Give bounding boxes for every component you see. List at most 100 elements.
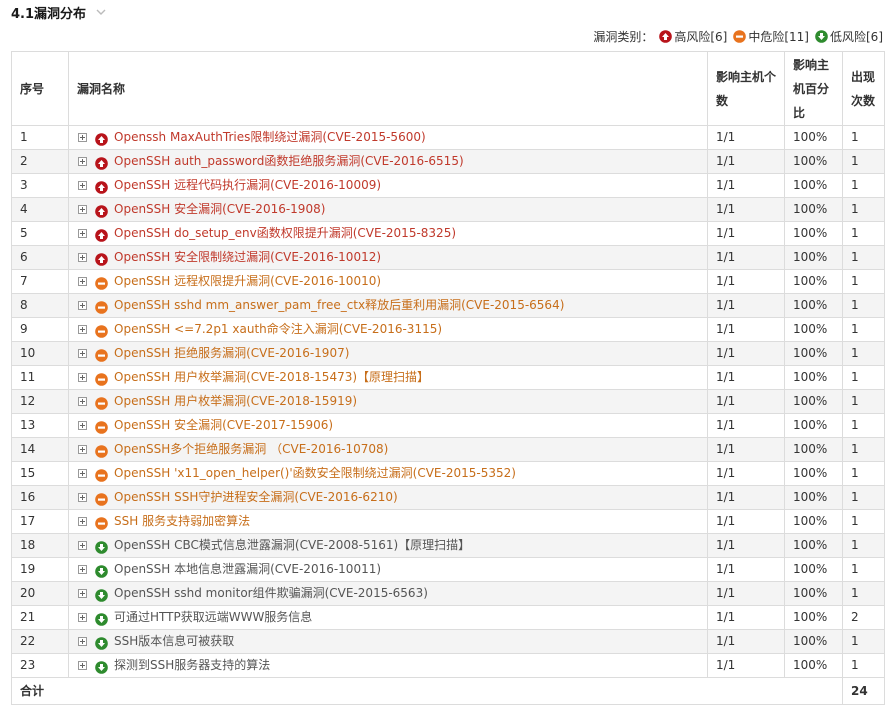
table-row: 16 OpenSSH SSH守护进程安全漏洞(CVE-2016-6210) 1/1 1… — [11, 485, 885, 510]
expand-icon[interactable] — [78, 469, 87, 478]
table-row: 3 OpenSSH 远程代码执行漏洞(CVE-2016-10009) 1/1 100%… — [11, 173, 885, 198]
vulnerability-link[interactable]: 可通过HTTP获取远端WWW服务信息 — [114, 607, 312, 629]
vulnerability-link[interactable]: OpenSSH 'x11_open_helper()'函数安全限制绕过漏洞(CV… — [114, 463, 516, 485]
table-row: 15 OpenSSH 'x11_open_helper()'函数安全限制绕过漏洞(… — [11, 461, 885, 486]
row-index: 12 — [11, 389, 69, 414]
vulnerability-link[interactable]: 探测到SSH服务器支持的算法 — [114, 655, 270, 677]
vulnerability-link[interactable]: OpenSSH 远程权限提升漏洞(CVE-2016-10010) — [114, 271, 381, 293]
vulnerability-link[interactable]: OpenSSH多个拒绝服务漏洞 （CVE-2016-10708) — [114, 439, 388, 461]
severity-legend: 漏洞类别： 高风险[6] 中危险[11] 低风险[6] — [593, 27, 883, 45]
row-percent: 100% — [784, 533, 843, 558]
expand-icon[interactable] — [78, 253, 87, 262]
row-index: 4 — [11, 197, 69, 222]
vulnerability-link[interactable]: OpenSSH sshd mm_answer_pam_free_ctx释放后重利… — [114, 295, 564, 317]
row-name-cell: OpenSSH 安全限制绕过漏洞(CVE-2016-10012) — [68, 245, 708, 270]
chevron-down-icon[interactable] — [95, 6, 107, 18]
vulnerability-link[interactable]: OpenSSH 拒绝服务漏洞(CVE-2016-1907) — [114, 343, 349, 365]
row-name-cell: OpenSSH 拒绝服务漏洞(CVE-2016-1907) — [68, 341, 708, 366]
row-index: 18 — [11, 533, 69, 558]
row-count: 1 — [842, 629, 885, 654]
table-row: 18 OpenSSH CBC模式信息泄露漏洞(CVE-2008-5161)【原理扫… — [11, 533, 885, 558]
mid-risk-icon — [733, 29, 747, 43]
vulnerability-link[interactable]: OpenSSH 用户枚举漏洞(CVE-2018-15919) — [114, 391, 357, 413]
table-row: 17 SSH 服务支持弱加密算法 1/1 100% 1 — [11, 509, 885, 534]
table-row: 10 OpenSSH 拒绝服务漏洞(CVE-2016-1907) 1/1 100% 1 — [11, 341, 885, 366]
legend-high-label: 高风险[6] — [674, 29, 728, 44]
vulnerability-link[interactable]: OpenSSH do_setup_env函数权限提升漏洞(CVE-2015-83… — [114, 223, 456, 245]
row-percent: 100% — [784, 317, 843, 342]
vulnerability-link[interactable]: OpenSSH <=7.2p1 xauth命令注入漏洞(CVE-2016-311… — [114, 319, 442, 341]
vulnerability-link[interactable]: SSH版本信息可被获取 — [114, 631, 234, 653]
expand-icon[interactable] — [78, 613, 87, 622]
row-hosts: 1/1 — [707, 365, 785, 390]
vulnerability-link[interactable]: OpenSSH 远程代码执行漏洞(CVE-2016-10009) — [114, 175, 381, 197]
expand-icon[interactable] — [78, 445, 87, 454]
high-risk-icon — [95, 155, 108, 170]
expand-icon[interactable] — [78, 565, 87, 574]
expand-icon[interactable] — [78, 373, 87, 382]
low-risk-icon — [95, 587, 108, 602]
row-percent: 100% — [784, 245, 843, 270]
mid-risk-icon — [95, 491, 108, 506]
row-hosts: 1/1 — [707, 605, 785, 630]
low-risk-icon — [815, 29, 828, 43]
expand-icon[interactable] — [78, 541, 87, 550]
vulnerability-link[interactable]: OpenSSH 安全限制绕过漏洞(CVE-2016-10012) — [114, 247, 381, 269]
expand-icon[interactable] — [78, 493, 87, 502]
expand-icon[interactable] — [78, 205, 87, 214]
expand-icon[interactable] — [78, 157, 87, 166]
high-risk-icon — [659, 29, 673, 43]
expand-icon[interactable] — [78, 229, 87, 238]
row-percent: 100% — [784, 605, 843, 630]
mid-risk-icon — [95, 467, 108, 482]
row-percent: 100% — [784, 557, 843, 582]
row-percent: 100% — [784, 293, 843, 318]
expand-icon[interactable] — [78, 181, 87, 190]
vulnerability-link[interactable]: OpenSSH auth_password函数拒绝服务漏洞(CVE-2016-6… — [114, 151, 464, 173]
expand-icon[interactable] — [78, 397, 87, 406]
row-name-cell: OpenSSH sshd mm_answer_pam_free_ctx释放后重利… — [68, 293, 708, 318]
expand-icon[interactable] — [78, 349, 87, 358]
vulnerability-link[interactable]: Openssh MaxAuthTries限制绕过漏洞(CVE-2015-5600… — [114, 127, 426, 149]
row-index: 11 — [11, 365, 69, 390]
row-hosts: 1/1 — [707, 413, 785, 438]
row-name-cell: OpenSSH 本地信息泄露漏洞(CVE-2016-10011) — [68, 557, 708, 582]
expand-icon[interactable] — [78, 517, 87, 526]
row-hosts: 1/1 — [707, 581, 785, 606]
mid-risk-icon — [95, 443, 108, 458]
expand-icon[interactable] — [78, 661, 87, 670]
row-name-cell: OpenSSH <=7.2p1 xauth命令注入漏洞(CVE-2016-311… — [68, 317, 708, 342]
table-body: 1 Openssh MaxAuthTries限制绕过漏洞(CVE-2015-560… — [11, 125, 885, 678]
row-index: 15 — [11, 461, 69, 486]
expand-icon[interactable] — [78, 325, 87, 334]
row-index: 6 — [11, 245, 69, 270]
vulnerability-link[interactable]: OpenSSH sshd monitor组件欺骗漏洞(CVE-2015-6563… — [114, 583, 428, 605]
expand-icon[interactable] — [78, 277, 87, 286]
expand-icon[interactable] — [78, 637, 87, 646]
row-hosts: 1/1 — [707, 269, 785, 294]
row-count: 1 — [842, 197, 885, 222]
table-row: 9 OpenSSH <=7.2p1 xauth命令注入漏洞(CVE-2016-31… — [11, 317, 885, 342]
expand-icon[interactable] — [78, 301, 87, 310]
row-count: 1 — [842, 509, 885, 534]
table-row: 23 探测到SSH服务器支持的算法 1/1 100% 1 — [11, 653, 885, 678]
expand-icon[interactable] — [78, 589, 87, 598]
mid-risk-icon — [95, 323, 108, 338]
legend-low: 低风险[6] — [815, 28, 883, 45]
vulnerability-link[interactable]: OpenSSH SSH守护进程安全漏洞(CVE-2016-6210) — [114, 487, 398, 509]
vulnerability-link[interactable]: OpenSSH 本地信息泄露漏洞(CVE-2016-10011) — [114, 559, 381, 581]
vulnerability-link[interactable]: SSH 服务支持弱加密算法 — [114, 511, 250, 533]
low-risk-icon — [95, 659, 108, 674]
low-risk-icon — [95, 539, 108, 554]
expand-icon[interactable] — [78, 421, 87, 430]
expand-icon[interactable] — [78, 133, 87, 142]
row-name-cell: OpenSSH 远程权限提升漏洞(CVE-2016-10010) — [68, 269, 708, 294]
row-hosts: 1/1 — [707, 509, 785, 534]
vulnerability-link[interactable]: OpenSSH 安全漏洞(CVE-2017-15906) — [114, 415, 333, 437]
vulnerability-link[interactable]: OpenSSH CBC模式信息泄露漏洞(CVE-2008-5161)【原理扫描】 — [114, 535, 470, 557]
vulnerability-link[interactable]: OpenSSH 安全漏洞(CVE-2016-1908) — [114, 199, 325, 221]
vulnerability-link[interactable]: OpenSSH 用户枚举漏洞(CVE-2018-15473)【原理扫描】 — [114, 367, 429, 389]
row-count: 1 — [842, 413, 885, 438]
header-index: 序号 — [11, 51, 69, 126]
row-index: 2 — [11, 149, 69, 174]
